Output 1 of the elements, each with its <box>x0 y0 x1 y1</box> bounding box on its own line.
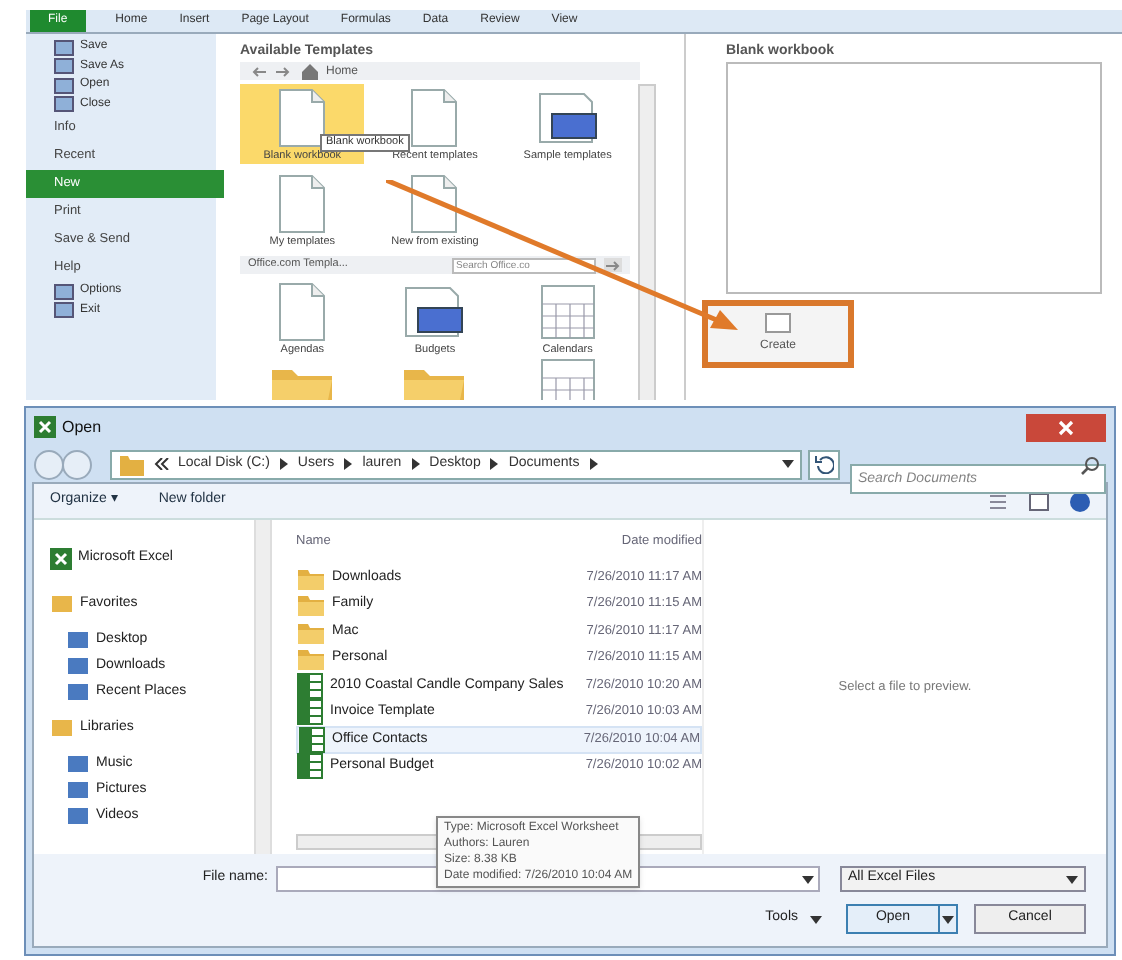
window-title: Open <box>62 415 102 439</box>
